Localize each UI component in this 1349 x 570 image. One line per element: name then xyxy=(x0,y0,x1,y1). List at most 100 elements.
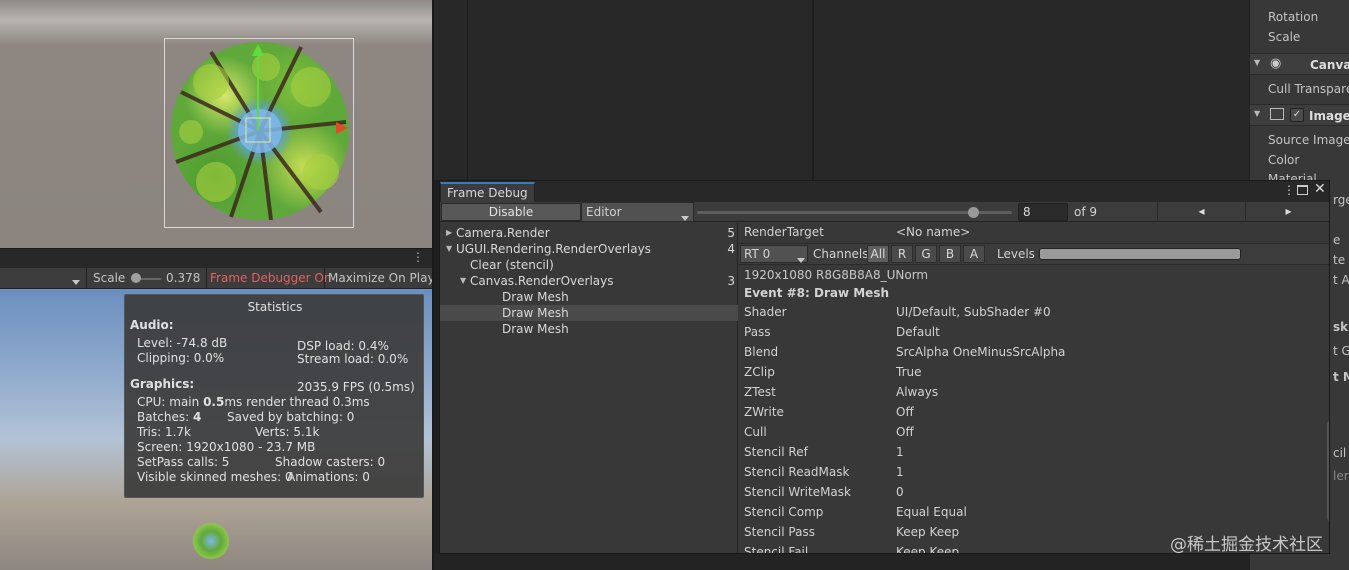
details-scrollbar[interactable] xyxy=(1327,421,1329,521)
inspector-text-fragment: cil xyxy=(1333,446,1347,460)
tree-item[interactable]: Draw Mesh xyxy=(440,289,738,305)
rt-dropdown[interactable]: RT 0 xyxy=(740,245,808,263)
scale-label: Scale xyxy=(1268,30,1301,44)
render-target-toolbar: RT 0 Channels Levels All R G B A xyxy=(739,243,1329,265)
foldout-expanded-icon[interactable]: ▼ xyxy=(446,244,452,253)
rt-dropdown-label: RT 0 xyxy=(744,247,771,261)
close-icon[interactable]: ✕ xyxy=(1314,181,1326,197)
tree-item-label: Draw Mesh xyxy=(502,322,569,336)
tree-item-label: Draw Mesh xyxy=(502,290,569,304)
scale-slider-thumb[interactable] xyxy=(131,273,141,283)
property-key: Shader xyxy=(744,305,787,319)
property-value: Keep Keep xyxy=(896,525,960,539)
tree-item[interactable]: ▶ Camera.Render 5 xyxy=(440,225,738,241)
dsp-load: DSP load: 0.4% xyxy=(297,339,389,353)
bottom-panel-area xyxy=(434,554,1349,570)
panel-divider[interactable] xyxy=(432,0,434,570)
tree-item-count: 4 xyxy=(727,242,735,256)
color-label: Color xyxy=(1268,153,1300,167)
next-frame-button[interactable]: ▸ xyxy=(1245,202,1329,222)
move-gizmo[interactable] xyxy=(240,40,360,150)
scale-value: 0.378 xyxy=(166,271,201,285)
channel-button-b[interactable]: B xyxy=(939,245,961,263)
source-image-label: Source Image xyxy=(1268,133,1349,147)
inspector-text-fragment: sk xyxy=(1333,320,1349,334)
frame-total-label: of 9 xyxy=(1074,205,1098,219)
frame-debug-window: Frame Debug ⋮ ✕ Disable Editor 8 of 9 ◂ … xyxy=(439,180,1330,554)
inspector-text-fragment: rge xyxy=(1333,193,1349,207)
property-value: 1 xyxy=(896,445,904,459)
foldout-arrow-icon[interactable]: ▼ xyxy=(1254,58,1260,67)
statistics-panel: Statistics Audio: Level: -74.8 dB Clippi… xyxy=(124,294,424,498)
property-value: SrcAlpha OneMinusSrcAlpha xyxy=(896,345,1066,359)
scene-view[interactable] xyxy=(0,0,432,248)
frame-debugger-on-label[interactable]: Frame Debugger On xyxy=(210,271,331,285)
target-dropdown[interactable]: Editor xyxy=(581,202,694,222)
channel-button-g[interactable]: G xyxy=(915,245,937,263)
property-row: ZClip True xyxy=(744,363,1324,383)
frame-slider-track[interactable] xyxy=(697,211,1012,214)
levels-range-slider[interactable] xyxy=(1039,248,1241,260)
property-value: Off xyxy=(896,405,914,419)
property-value: UI/Default, SubShader #0 xyxy=(896,305,1051,319)
property-value: 0 xyxy=(896,485,904,499)
property-key: Stencil ReadMask xyxy=(744,465,850,479)
tree-item[interactable]: Clear (stencil) xyxy=(440,257,738,273)
tree-item[interactable]: Draw Mesh xyxy=(440,305,738,321)
property-key: Stencil Comp xyxy=(744,505,824,519)
target-dropdown-label: Editor xyxy=(586,205,622,219)
frame-debug-toolbar: Disable Editor 8 of 9 ◂ ▸ xyxy=(440,202,1329,222)
tree-item[interactable]: ▼ Canvas.RenderOverlays 3 xyxy=(440,273,738,289)
property-value: Equal Equal xyxy=(896,505,967,519)
render-target-format: 1920x1080 R8G8B8A8_UNorm xyxy=(744,266,1324,286)
property-row: Pass Default xyxy=(744,323,1324,343)
frame-index-input[interactable]: 8 xyxy=(1018,203,1068,221)
enable-checkbox[interactable]: ✓ xyxy=(1290,108,1304,122)
disable-button[interactable]: Disable xyxy=(441,203,581,221)
inspector-text-fragment: t As xyxy=(1333,273,1349,287)
gizmo-y-arrow-icon[interactable] xyxy=(252,44,264,56)
maximize-icon[interactable] xyxy=(1297,185,1308,195)
tree-item-label: UGUI.Rendering.RenderOverlays xyxy=(456,242,651,256)
channel-button-all[interactable]: All xyxy=(867,245,889,263)
cull-transparent-label: Cull Transpare xyxy=(1268,82,1349,96)
canvas-header-label: Canvas xyxy=(1310,58,1349,72)
chevron-down-icon xyxy=(681,210,689,224)
image-component-header[interactable]: ▼ ✓ Image xyxy=(1250,104,1349,126)
chevron-down-icon xyxy=(72,280,80,285)
frame-slider-thumb[interactable] xyxy=(967,207,979,218)
kebab-menu-icon[interactable]: ⋮ xyxy=(1283,183,1295,197)
panel-divider[interactable] xyxy=(812,0,814,180)
inspector-text-fragment: t Gr xyxy=(1333,344,1349,358)
gizmo-x-arrow-icon[interactable] xyxy=(336,122,348,134)
property-row: Cull Off xyxy=(744,423,1324,443)
channel-button-a[interactable]: A xyxy=(963,245,985,263)
property-row: Stencil Ref 1 xyxy=(744,443,1324,463)
property-key: Stencil WriteMask xyxy=(744,485,851,499)
kebab-menu-icon[interactable]: ⋮ xyxy=(412,250,424,264)
property-key: Stencil Pass xyxy=(744,525,815,539)
tree-item-label: Camera.Render xyxy=(456,226,550,240)
display-dropdown[interactable] xyxy=(72,274,80,288)
tree-item[interactable]: ▼ UGUI.Rendering.RenderOverlays 4 xyxy=(440,241,738,257)
channel-button-r[interactable]: R xyxy=(891,245,913,263)
previous-frame-button[interactable]: ◂ xyxy=(1157,202,1245,222)
fps-value: 2035.9 FPS (0.5ms) xyxy=(297,380,415,394)
audio-header: Audio: xyxy=(130,318,174,332)
foldout-collapsed-icon[interactable]: ▶ xyxy=(446,228,452,237)
tree-item-count: 5 xyxy=(727,226,735,240)
tab-frame-debug-label: Frame Debug xyxy=(447,186,528,200)
levels-label: Levels xyxy=(997,247,1035,261)
animations-stat: Animations: 0 xyxy=(287,470,370,484)
empty-editor-panel xyxy=(432,0,1249,180)
tab-frame-debug[interactable]: Frame Debug xyxy=(440,182,535,202)
tree-item[interactable]: Draw Mesh xyxy=(440,321,738,337)
screen-stat: Screen: 1920x1080 - 23.7 MB xyxy=(137,440,316,454)
eye-icon: ◉ xyxy=(1270,56,1282,71)
property-row: Stencil ReadMask 1 xyxy=(744,463,1324,483)
foldout-expanded-icon[interactable]: ▼ xyxy=(460,276,466,285)
rotation-label: Rotation xyxy=(1268,10,1319,24)
canvas-component-header[interactable]: ▼ ◉ Canvas xyxy=(1250,53,1349,75)
maximize-on-play-toggle[interactable]: Maximize On Play xyxy=(328,271,435,285)
foldout-arrow-icon[interactable]: ▼ xyxy=(1254,109,1260,118)
